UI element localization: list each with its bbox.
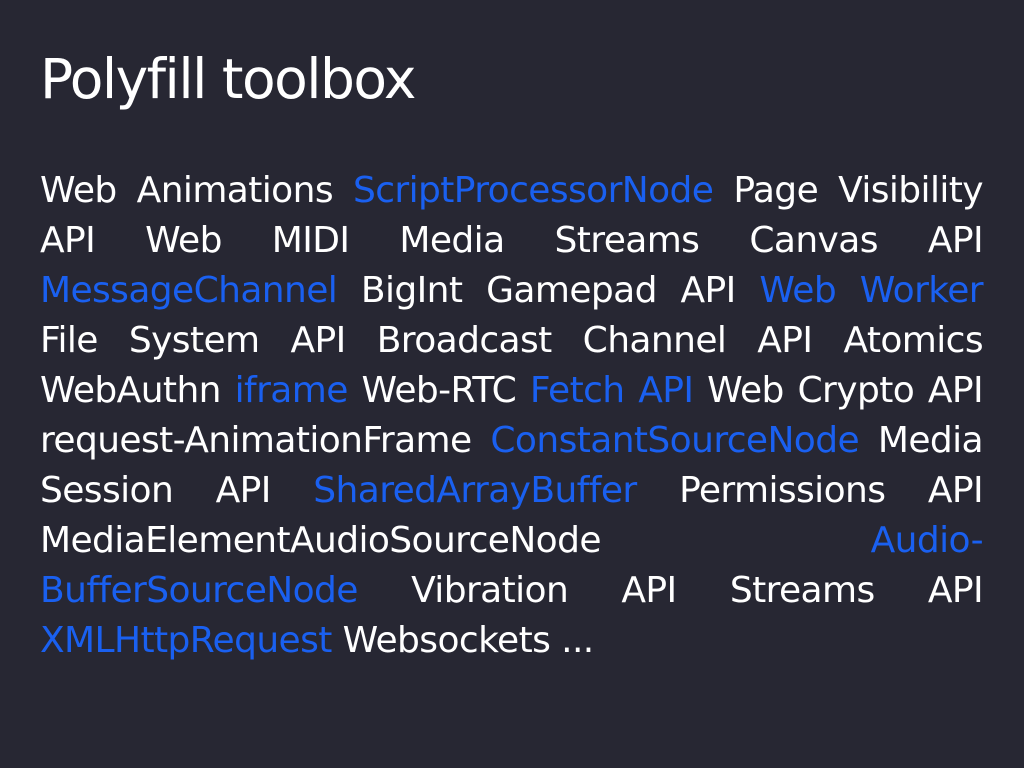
api-link[interactable]: XMLHttpRequest	[40, 620, 332, 661]
api-term: Streams API	[729, 570, 984, 611]
api-term: Gamepad API	[486, 270, 736, 311]
api-link[interactable]: Fetch API	[530, 370, 694, 411]
api-term: Websockets	[342, 620, 551, 661]
api-term: Permissions API	[679, 470, 984, 511]
api-link[interactable]: ConstantSourceNode	[490, 420, 859, 461]
api-term: request-AnimationFrame	[40, 420, 472, 461]
api-link[interactable]: iframe	[235, 370, 349, 411]
api-term: Web MIDI	[145, 220, 350, 261]
api-term: Broadcast Channel API	[376, 320, 813, 361]
slide: Polyfill toolbox Web Animations ScriptPr…	[0, 0, 1024, 768]
api-term-list: Web Animations ScriptProcessorNode Page …	[40, 166, 984, 666]
api-term: Web Animations	[40, 170, 334, 211]
api-term: ...	[561, 620, 594, 661]
api-term: File System API	[40, 320, 346, 361]
api-term: BigInt	[360, 270, 463, 311]
api-term: Canvas API	[749, 220, 983, 261]
slide-title: Polyfill toolbox	[40, 47, 416, 111]
api-term: Web Crypto API	[707, 370, 984, 411]
api-term: MediaElementAudioSourceNode	[40, 520, 601, 561]
api-term: Web-RTC	[361, 370, 517, 411]
api-term: WebAuthn	[40, 370, 221, 411]
api-term: Atomics	[843, 320, 984, 361]
api-term: Vibration API	[411, 570, 677, 611]
api-link[interactable]: Web Worker	[759, 270, 983, 311]
api-link[interactable]: SharedArrayBuffer	[313, 470, 637, 511]
api-link[interactable]: MessageChannel	[40, 270, 338, 311]
api-link[interactable]: ScriptProcessorNode	[353, 170, 714, 211]
api-term: Media Streams	[399, 220, 700, 261]
